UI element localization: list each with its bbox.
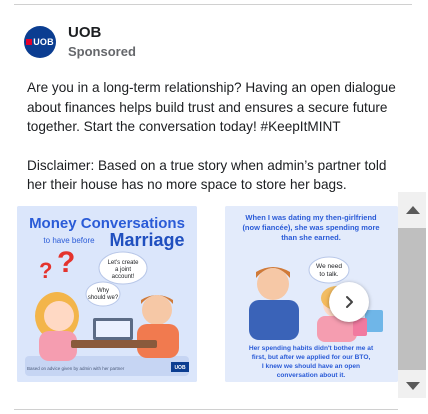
svg-text:account!: account! xyxy=(112,274,135,280)
card-1-illustration: Money Conversations to have before Marri… xyxy=(17,206,197,382)
uob-logo-text: UOB xyxy=(33,37,54,47)
card-1-bubble-right: Let's create xyxy=(108,260,139,266)
brand-name[interactable]: UOB xyxy=(68,24,136,42)
svg-text:conversation about it.: conversation about it. xyxy=(277,372,346,379)
card-2-bubble: We need xyxy=(316,263,342,270)
post-disclaimer: Disclaimer: Based on a true story when a… xyxy=(27,157,387,193)
card-2-top-text: When I was dating my then-girlfriend xyxy=(245,213,377,222)
top-divider xyxy=(14,4,412,5)
carousel-next-button[interactable] xyxy=(329,282,369,322)
bottom-divider xyxy=(14,409,398,410)
post-body: Are you in a long-term relationship? Hav… xyxy=(27,78,397,195)
svg-text:a joint: a joint xyxy=(115,267,131,273)
svg-text:I knew we should have an open: I knew we should have an open xyxy=(262,363,360,370)
scrollbar-thumb[interactable] xyxy=(398,228,426,370)
card-2-illustration: When I was dating my then-girlfriend (no… xyxy=(225,206,398,382)
vertical-scrollbar[interactable] xyxy=(398,192,426,398)
svg-text:UOB: UOB xyxy=(174,365,186,371)
brand-avatar[interactable]: UOB xyxy=(24,26,56,58)
sponsored-label[interactable]: Sponsored xyxy=(68,44,136,60)
carousel-card-2[interactable]: When I was dating my then-girlfriend (no… xyxy=(225,206,398,382)
carousel-card-1[interactable]: Money Conversations to have before Marri… xyxy=(17,206,197,382)
scroll-up-arrow-icon[interactable] xyxy=(406,206,420,214)
uob-logo: UOB xyxy=(26,37,54,47)
card-1-footnote: Based on advice given by admin with her … xyxy=(27,366,125,371)
svg-text:to talk.: to talk. xyxy=(319,271,338,278)
card-2-bottom-text: Her spending habits didn't bother me at xyxy=(249,345,374,352)
post-paragraph: Are you in a long-term relationship? Hav… xyxy=(27,80,396,134)
card-1-title-big: Marriage xyxy=(109,230,184,250)
post-header: UOB UOB Sponsored xyxy=(24,24,136,60)
chevron-right-icon xyxy=(346,296,353,308)
card-1-title-small: to have before xyxy=(43,236,95,245)
svg-text:(now fiancée), she was spendin: (now fiancée), she was spending more xyxy=(242,223,379,232)
scroll-down-arrow-icon[interactable] xyxy=(406,382,420,390)
question-mark-1: ? xyxy=(39,258,52,283)
card-1-bubble-left: Why xyxy=(97,288,109,294)
svg-text:should we?: should we? xyxy=(88,295,119,301)
svg-text:than she earned.: than she earned. xyxy=(281,233,341,242)
svg-text:first, but after we applied fo: first, but after we applied for our BTO, xyxy=(252,354,371,361)
uob-logo-mark-icon xyxy=(26,39,33,45)
question-mark-2: ? xyxy=(57,246,75,279)
